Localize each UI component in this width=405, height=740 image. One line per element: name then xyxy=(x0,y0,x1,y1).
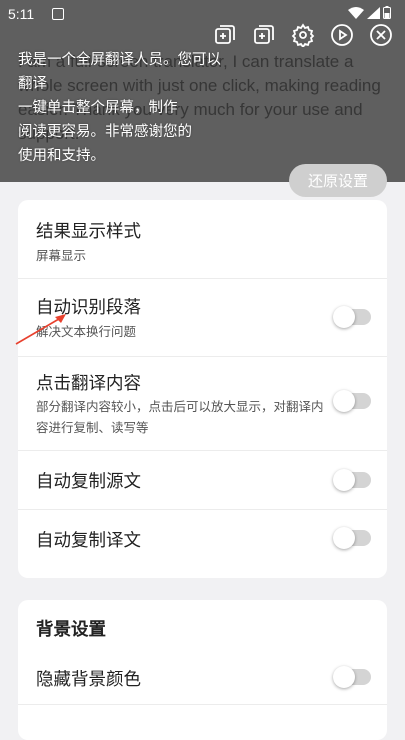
close-icon[interactable] xyxy=(368,22,393,47)
toggle-knob xyxy=(333,306,355,328)
background-settings-card: 背景设置 隐藏背景颜色 xyxy=(18,600,387,740)
overlay-toolbar xyxy=(212,22,393,47)
tap-translation-toggle[interactable] xyxy=(333,390,371,412)
hide-bg-color-toggle[interactable] xyxy=(333,666,371,688)
signal-icon xyxy=(367,6,380,19)
add-copy-icon[interactable] xyxy=(251,22,276,47)
annotation-arrow-icon xyxy=(15,314,66,345)
gear-icon[interactable] xyxy=(290,22,315,47)
row-subtitle: 屏幕显示 xyxy=(36,248,87,263)
toggle-knob xyxy=(333,666,355,688)
toggle-knob xyxy=(333,527,355,549)
auto-copy-source-toggle[interactable] xyxy=(333,469,371,491)
auto-copy-source-row: 自动复制源文 xyxy=(18,450,387,510)
auto-copy-translation-toggle[interactable] xyxy=(333,527,371,549)
status-icons xyxy=(348,6,391,19)
notification-icon xyxy=(52,8,64,20)
tap-translation-row: 点击翻译内容 部分翻译内容较小，点击后可以放大显示，对翻译内容进行复制、读写等 xyxy=(18,356,387,451)
row-title: 结果显示样式 xyxy=(36,222,141,242)
status-time: 5:11 xyxy=(8,6,35,22)
row-title: 点击翻译内容 xyxy=(36,374,141,394)
battery-icon xyxy=(383,6,391,19)
wifi-icon xyxy=(348,6,364,19)
row-title: 隐藏背景颜色 xyxy=(36,670,141,690)
auto-copy-translation-row: 自动复制译文 xyxy=(18,509,387,578)
restore-settings-button[interactable]: 还原设置 xyxy=(289,164,387,197)
add-copy-icon[interactable] xyxy=(212,22,237,47)
translated-line: 一键单击整个屏幕，制作 xyxy=(18,100,178,116)
display-settings-card: 结果显示样式 屏幕显示 自动识别段落 解决文本换行问题 点击翻译内容 部分翻译内… xyxy=(18,200,387,578)
toggle-knob xyxy=(333,469,355,491)
row-title: 自动复制源文 xyxy=(36,472,141,492)
row-title: 自动复制译文 xyxy=(36,531,141,551)
translated-text: 我是一个全屏翻译人员。您可以翻译 一键单击整个屏幕，制作 阅读更容易。非常感谢您… xyxy=(18,48,228,168)
result-style-row[interactable]: 结果显示样式 屏幕显示 xyxy=(18,200,387,279)
translated-line: 阅读更容易。非常感谢您的 xyxy=(18,124,192,140)
auto-paragraph-toggle[interactable] xyxy=(333,306,371,328)
translated-line: 我是一个全屏翻译人员。您可以翻译 xyxy=(18,52,221,92)
hide-bg-color-row: 隐藏背景颜色 xyxy=(18,650,387,705)
section-title: 背景设置 xyxy=(36,620,106,640)
toggle-knob xyxy=(333,390,355,412)
translated-line: 使用和支持。 xyxy=(18,148,105,164)
row-subtitle: 解决文本换行问题 xyxy=(36,324,137,339)
row-subtitle: 部分翻译内容较小，点击后可以放大显示，对翻译内容进行复制、读写等 xyxy=(36,399,324,435)
play-icon[interactable] xyxy=(329,22,354,47)
